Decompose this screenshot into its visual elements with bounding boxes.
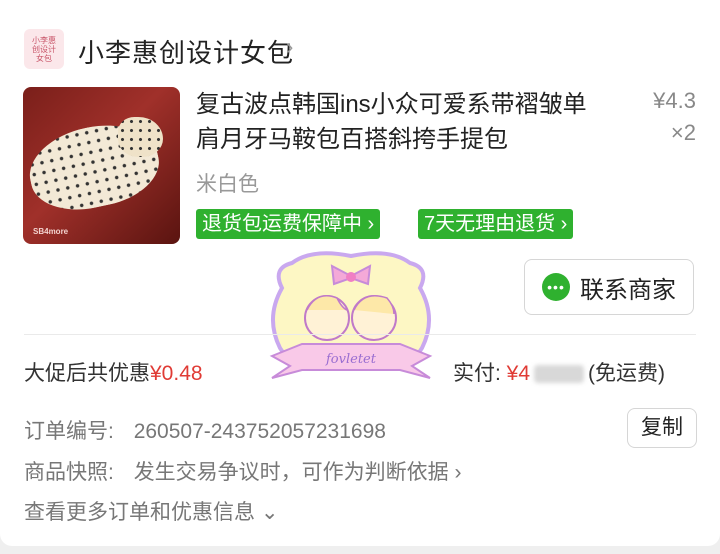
sticker-text: fovletet — [325, 352, 377, 367]
image-watermark: SB4more — [33, 227, 69, 236]
seven-day-return-tag[interactable]: 7天无理由退货 › — [418, 209, 574, 239]
girls-sticker: fovletet — [269, 251, 433, 379]
order-number: 260507-243752057231698 — [133, 420, 386, 443]
discount-amount: ¥0.48 — [150, 362, 203, 385]
product-sku: 米白色 — [196, 173, 259, 196]
store-logo[interactable]: 小李惠 创设计 女包 — [24, 29, 64, 69]
return-shipping-tag[interactable]: 退货包运费保障中 › — [196, 209, 381, 239]
paid-suffix: (免运费) — [588, 362, 666, 385]
blurred-value — [534, 365, 585, 384]
paid-summary: 实付: ¥4 (免运费) — [453, 357, 665, 387]
product-image[interactable]: SB4more — [23, 87, 180, 244]
store-logo-line: 创设计 — [32, 44, 56, 54]
paid-prefix: 实付: — [453, 362, 507, 385]
bow-image-shape — [118, 117, 163, 157]
divider — [24, 334, 696, 335]
paid-amount: ¥4 — [506, 362, 531, 385]
discount-summary: 大促后共优惠¥0.48 — [24, 357, 203, 387]
order-number-label: 订单编号: — [24, 420, 114, 443]
discount-prefix: 大促后共优惠 — [24, 362, 150, 385]
store-name[interactable]: 小李惠创设计女包 — [78, 33, 294, 70]
contact-seller-button[interactable]: ••• 联系商家 — [524, 259, 694, 315]
snapshot-label: 商品快照: — [24, 461, 114, 484]
order-card: 小李惠 创设计 女包 小李惠创设计女包 › SB4more 复古波点韩国ins小… — [0, 0, 720, 546]
copy-button[interactable]: 复制 — [627, 408, 697, 448]
product-price: ¥4.3 — [653, 88, 696, 113]
chevron-right-icon[interactable]: › — [286, 34, 293, 60]
product-quantity: ×2 — [670, 120, 696, 145]
product-title[interactable]: 复古波点韩国ins小众可爱系带褶皱单肩月牙马鞍包百搭斜挎手提包 — [196, 87, 606, 157]
contact-seller-label: 联系商家 — [580, 276, 676, 304]
snapshot-text: 发生交易争议时，可作为判断依据 › — [133, 461, 462, 484]
product-snapshot-row[interactable]: 商品快照: 发生交易争议时，可作为判断依据 › — [24, 456, 462, 486]
chat-bubble-icon: ••• — [542, 273, 570, 301]
store-logo-line: 小李惠 — [32, 35, 56, 45]
order-number-row: 订单编号: 260507-243752057231698 — [24, 415, 386, 445]
store-logo-line: 女包 — [36, 53, 52, 63]
more-order-info-link[interactable]: 查看更多订单和优惠信息 ⌄ — [24, 496, 278, 526]
